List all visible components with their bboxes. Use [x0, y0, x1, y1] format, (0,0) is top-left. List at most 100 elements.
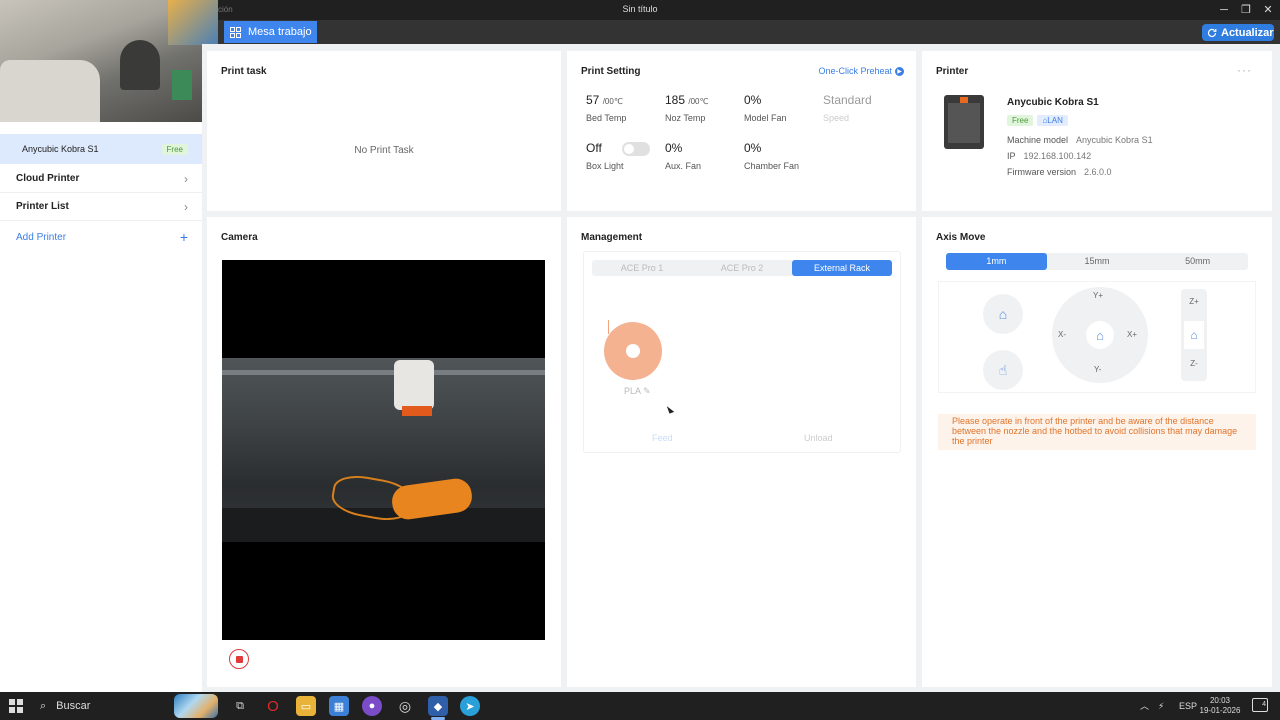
camera-feed [222, 260, 545, 640]
main-area: Print task No Print Task Print Setting O… [202, 44, 1280, 692]
chat-app-icon[interactable]: ● [362, 696, 382, 716]
refresh-button[interactable]: Actualizar [1202, 24, 1274, 41]
noz-temp-label: Noz Temp [665, 113, 706, 123]
camera-panel: Camera [207, 217, 561, 687]
chevron-right-icon: › [184, 171, 188, 186]
windows-start-icon[interactable] [9, 699, 23, 713]
feed-button[interactable]: Feed [652, 433, 673, 443]
box-light-toggle[interactable] [622, 142, 650, 156]
home-icon: ⌂ [998, 306, 1008, 322]
printer-image [944, 95, 984, 149]
noz-temp-target: /00℃ [688, 97, 709, 106]
grid-icon [230, 26, 241, 38]
one-click-preheat-link[interactable]: One-Click Preheat ▶ [818, 66, 904, 76]
clock-time: 20:03 [1209, 696, 1231, 705]
axis-move-panel: Axis Move 1mm 15mm 50mm ⌂ ☝ Y+ Y- X- X+ … [922, 217, 1272, 687]
sidebar-item-printer-list[interactable]: Printer List › [0, 193, 202, 221]
tab-ace-pro-2[interactable]: ACE Pro 2 [692, 260, 792, 276]
x-minus-button[interactable]: X- [1058, 330, 1066, 339]
z-plus-button[interactable]: Z+ [1181, 297, 1207, 306]
bed-temp-label: Bed Temp [586, 113, 627, 123]
home-xy-button[interactable]: ⌂ [1086, 321, 1114, 349]
aux-fan-value: 0% [665, 141, 683, 155]
edit-icon[interactable]: ✎ [643, 386, 651, 396]
status-badge: Free [161, 143, 188, 155]
printer-info-panel: Printer ··· Anycubic Kobra S1 Free ⌂LAN … [922, 51, 1272, 211]
noz-temp-control[interactable]: 185 /00℃ Noz Temp [665, 93, 708, 123]
panel-title: Axis Move [936, 232, 986, 243]
y-plus-button[interactable]: Y+ [1093, 291, 1103, 300]
unload-button[interactable]: Unload [804, 433, 833, 443]
lan-badge-label: LAN [1047, 116, 1063, 125]
step-15mm[interactable]: 15mm [1047, 253, 1148, 270]
panel-title: Printer [936, 66, 969, 77]
sidebar-item-cloud-printer[interactable]: Cloud Printer › [0, 165, 202, 193]
panel-title: Print task [221, 66, 267, 77]
home-all-button[interactable]: ⌂ [983, 294, 1023, 334]
sidebar-item-selected-printer[interactable]: Anycubic Kobra S1 Free [0, 134, 202, 164]
stop-recording-button[interactable] [229, 649, 249, 669]
machine-model-row: Machine model Anycubic Kobra S1 [1007, 135, 1153, 145]
box-light-control: Off Box Light [586, 141, 624, 171]
maximize-button[interactable]: ❐ [1236, 2, 1256, 18]
bed-temp-control[interactable]: 57 /00℃ Bed Temp [586, 93, 626, 123]
filament-box: ACE Pro 1 ACE Pro 2 External Rack PLA ✎ … [583, 251, 901, 453]
model-fan-control[interactable]: 0% Model Fan [744, 93, 787, 123]
home-z-button[interactable]: ⌂ [1184, 321, 1204, 349]
show-hidden-icons[interactable]: ︿ [1140, 692, 1149, 720]
aux-fan-control[interactable]: 0% Aux. Fan [665, 141, 701, 171]
anycubic-slicer-icon[interactable]: ◆ [428, 696, 448, 716]
step-50mm[interactable]: 50mm [1147, 253, 1248, 270]
network-icon[interactable]: ⚡ [1158, 692, 1164, 720]
hand-icon: ☝ [998, 361, 1008, 378]
app-toolbar: Mesa trabajo Actualizar [218, 20, 1280, 44]
system-clock[interactable]: 20:03 19-01-2026 [1198, 696, 1242, 716]
model-fan-label: Model Fan [744, 113, 787, 123]
y-minus-button[interactable]: Y- [1094, 365, 1101, 374]
file-explorer-icon[interactable]: ▭ [296, 696, 316, 716]
taskbar-search[interactable]: ⌕ Buscar [32, 692, 224, 720]
spool-marker [608, 320, 609, 334]
filament-type-row[interactable]: PLA ✎ [624, 386, 651, 397]
refresh-label: Actualizar [1221, 26, 1274, 39]
aux-fan-label: Aux. Fan [665, 161, 702, 171]
task-view-icon[interactable]: ⧉ [230, 696, 250, 716]
x-plus-button[interactable]: X+ [1127, 330, 1137, 339]
chamber-fan-value: 0% [744, 141, 762, 155]
workspace-tab[interactable]: Mesa trabajo [224, 21, 317, 43]
ip-value: 192.168.100.142 [1023, 151, 1092, 161]
close-button[interactable]: ✕ [1258, 2, 1278, 18]
language-indicator[interactable]: ESP [1179, 692, 1197, 720]
box-light-value: Off [586, 141, 602, 155]
add-printer-button[interactable]: Add Printer + [0, 223, 202, 251]
opera-icon[interactable]: O [263, 696, 283, 716]
tab-ace-pro-1[interactable]: ACE Pro 1 [592, 260, 692, 276]
add-printer-label: Add Printer [16, 231, 67, 243]
management-panel: Management ACE Pro 1 ACE Pro 2 External … [567, 217, 916, 687]
tab-external-rack[interactable]: External Rack [792, 260, 892, 276]
speed-control[interactable]: Standard Speed [823, 93, 872, 123]
print-setting-panel: Print Setting One-Click Preheat ▶ 57 /00… [567, 51, 916, 211]
telegram-icon[interactable]: ➤ [460, 696, 480, 716]
motor-unlock-button[interactable]: ☝ [983, 350, 1023, 390]
chamber-fan-control[interactable]: 0% Chamber Fan [744, 141, 799, 171]
plus-icon: + [179, 229, 188, 245]
more-options-icon[interactable]: ··· [1237, 63, 1252, 77]
clock-date: 19-01-2026 [1199, 706, 1241, 715]
filament-spool-icon[interactable] [604, 322, 662, 380]
step-1mm[interactable]: 1mm [946, 253, 1047, 270]
firmware-row: Firmware version 2.6.0.0 [1007, 167, 1112, 177]
print-task-panel: Print task No Print Task [207, 51, 561, 211]
search-highlight-image [174, 694, 218, 718]
z-minus-button[interactable]: Z- [1181, 359, 1207, 368]
minimize-button[interactable]: ─ [1214, 2, 1234, 18]
github-icon[interactable]: ◎ [395, 696, 415, 716]
notification-center-icon[interactable]: 4 [1252, 698, 1268, 712]
store-icon[interactable]: ▦ [329, 696, 349, 716]
speed-value: Standard [823, 93, 872, 107]
printer-name: Anycubic Kobra S1 [1007, 97, 1099, 108]
sidebar-item-label: Printer List [16, 201, 69, 212]
search-placeholder: Buscar [56, 700, 91, 712]
collision-warning: Please operate in front of the printer a… [938, 414, 1256, 450]
ip-row: IP 192.168.100.142 [1007, 151, 1091, 161]
